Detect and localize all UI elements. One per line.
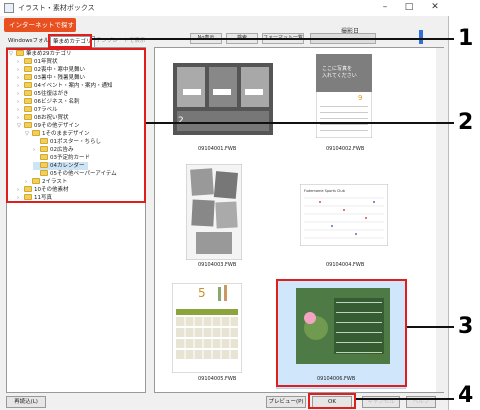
svg-text:Fudemame Sports Club: Fudemame Sports Club xyxy=(304,189,346,193)
thumbnail-3-filename: 09104003.FWB xyxy=(198,262,237,268)
thumbnail-4-filename: 09104004.FWB xyxy=(326,262,365,268)
window-title: イラスト・素材ボックス xyxy=(18,4,95,12)
callout-line-3 xyxy=(407,326,454,328)
callout-number-2: 2 xyxy=(458,110,474,135)
reload-button[interactable]: 再読込(L) xyxy=(6,396,46,408)
thumbnail-5[interactable]: 5 xyxy=(171,282,243,375)
callout-line-1 xyxy=(92,38,454,40)
thumbnail-4-image: Fudemame Sports Club xyxy=(299,183,389,247)
thumbnail-3-image xyxy=(185,163,243,261)
svg-text:入れてください: 入れてください xyxy=(322,72,357,79)
app-icon xyxy=(4,3,14,13)
size-slider-thumb[interactable] xyxy=(419,30,423,44)
maximize-button[interactable]: □ xyxy=(402,2,416,14)
callout-number-1: 1 xyxy=(458,26,474,51)
highlight-box-4 xyxy=(308,393,356,409)
highlight-box-3 xyxy=(276,279,407,387)
thumbnail-2[interactable]: ここに写真を 入れてください 9 xyxy=(315,53,373,140)
highlight-box-2 xyxy=(6,48,146,203)
highlight-box-1 xyxy=(48,34,92,48)
svg-text:5: 5 xyxy=(198,286,206,300)
thumbnail-4[interactable]: Fudemame Sports Club xyxy=(299,183,389,248)
preview-button[interactable]: プレビュー(P) xyxy=(266,396,306,408)
svg-text:ここに写真を: ここに写真を xyxy=(322,65,352,72)
thumbnail-3[interactable] xyxy=(185,163,243,262)
callout-line-4 xyxy=(356,398,454,400)
thumbnail-1[interactable]: 2 xyxy=(173,63,273,137)
thumbnail-2-image: ここに写真を 入れてください 9 xyxy=(315,53,373,139)
thumbnail-5-image: 5 xyxy=(171,282,243,374)
thumbnail-1-image: 2 xyxy=(173,63,273,135)
svg-text:2: 2 xyxy=(178,116,184,126)
callout-number-4: 4 xyxy=(458,383,474,408)
internet-search-button[interactable]: インターネットで探す ▸ xyxy=(4,18,76,43)
callout-number-3: 3 xyxy=(458,314,474,339)
vertical-scrollbar[interactable] xyxy=(436,48,444,392)
thumbnail-1-filename: 09104001.FWB xyxy=(198,146,237,152)
thumbnail-5-filename: 09104005.FWB xyxy=(198,376,237,382)
minimize-button[interactable]: – xyxy=(378,2,392,14)
close-button[interactable]: ✕ xyxy=(428,2,442,14)
svg-text:9: 9 xyxy=(358,94,362,102)
thumbnail-2-filename: 09104002.FWB xyxy=(326,146,365,152)
callout-line-2 xyxy=(146,122,454,124)
tab-windows-folder[interactable]: Windowsフォル xyxy=(6,36,51,47)
